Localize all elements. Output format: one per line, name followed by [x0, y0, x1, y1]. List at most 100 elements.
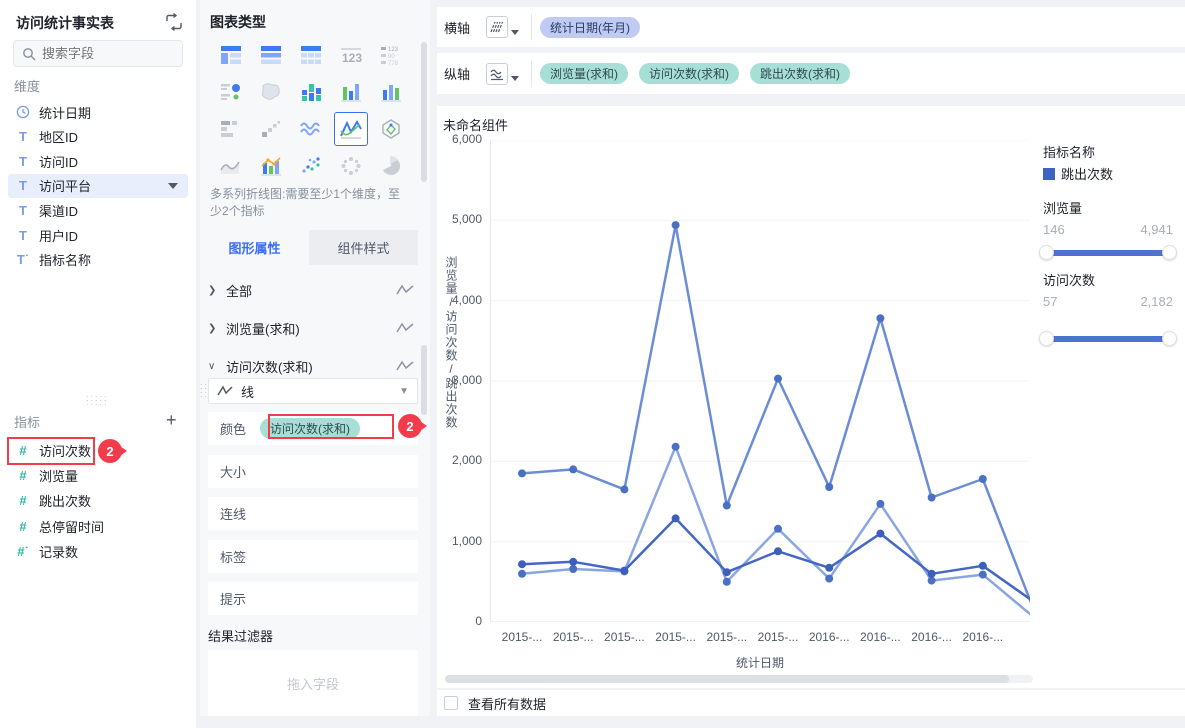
dimension-item-渠道ID[interactable]: T 渠道ID	[8, 198, 188, 222]
chart-type-line-icon[interactable]	[334, 112, 368, 146]
x-axis-shelf-label: 横轴	[444, 20, 471, 36]
color-field-pill[interactable]: 访问次数(求和)	[260, 418, 361, 439]
chart-component[interactable]: 未命名组件 0 1,000 2,000 3,000 4,000 5,000 6,000 浏览…	[437, 106, 1185, 688]
section-浏览量(求和)[interactable]: ❯ 浏览量(求和)	[208, 316, 418, 340]
section-访问次数(求和)[interactable]: ∨ 访问次数(求和)	[208, 354, 418, 378]
chart-horizontal-scrollbar[interactable]	[445, 675, 1033, 683]
slider-max: 4,941	[1140, 222, 1173, 237]
slider-min: 146	[1043, 222, 1065, 237]
field-search-box[interactable]	[13, 40, 183, 67]
chart-type-kpi-card-icon[interactable]: 123 90 778	[374, 38, 408, 72]
x-axis-field-pill[interactable]: 统计日期(年月)	[540, 16, 640, 38]
chevron-down-icon[interactable]	[511, 29, 519, 35]
chart-type-scatter-icon[interactable]	[294, 149, 328, 183]
property-row-提示[interactable]: 提示	[208, 582, 418, 615]
dimension-item-访问ID[interactable]: T 访问ID	[8, 149, 188, 173]
result-filter-label: 结果过滤器	[208, 629, 274, 644]
view-all-checkbox[interactable]	[444, 696, 458, 710]
field-label: 统计日期	[39, 105, 92, 121]
dimension-item-访问平台[interactable]: T 访问平台	[8, 173, 188, 198]
chart-type-progress-card-icon[interactable]	[214, 75, 248, 109]
annotation-step-badge: 2	[398, 414, 427, 438]
radar-icon	[382, 119, 400, 139]
scrollbar-thumb[interactable]	[445, 675, 1010, 683]
line-glyph-icon	[396, 322, 414, 333]
chart-type-radar-icon[interactable]	[374, 112, 408, 146]
y-tick-label: 6,000	[451, 132, 482, 146]
chart-type-horizontal-bar-icon[interactable]	[214, 112, 248, 146]
stacked-bar-icon	[302, 84, 321, 101]
chart-type-crosstab-icon[interactable]	[214, 38, 248, 72]
dimension-item-统计日期[interactable]: 统计日期	[8, 100, 188, 124]
chart-type-kpi-number-icon[interactable]: 123	[334, 38, 368, 72]
slider-handle-min[interactable]	[1039, 245, 1054, 260]
measure-item-跳出次数[interactable]: # 跳出次数	[8, 489, 188, 513]
line-style-select[interactable]: 线 ▼	[208, 378, 418, 404]
chart-type-treemap-icon[interactable]	[254, 112, 288, 146]
chevron-down-icon[interactable]	[168, 182, 178, 189]
field-label: 记录数	[39, 545, 79, 561]
property-row-连线[interactable]: 连线	[208, 497, 418, 530]
dimension-item-指标名称[interactable]: T˙ 指标名称	[8, 248, 188, 272]
measure-item-记录数[interactable]: #˙ 记录数	[8, 540, 188, 564]
legend-item-label: 跳出次数	[1061, 167, 1114, 182]
chart-type-pie-icon[interactable]	[374, 149, 408, 183]
section-label: 浏览量(求和)	[226, 321, 300, 337]
x-tick-label: 2015-...	[501, 630, 543, 644]
property-row-大小[interactable]: 大小	[208, 454, 418, 488]
tab-graph-properties[interactable]: 图形属性	[200, 230, 309, 265]
treemap-icon	[262, 121, 280, 137]
slider-handle-min[interactable]	[1039, 331, 1054, 346]
chart-type-area-icon[interactable]	[294, 112, 328, 146]
bubble-ring-icon	[341, 157, 361, 175]
field-label: 跳出次数	[39, 494, 92, 510]
legend-item[interactable]: 跳出次数	[1043, 164, 1113, 183]
color-range-slider[interactable]	[1039, 245, 1177, 260]
chevron-down-icon[interactable]	[511, 76, 519, 81]
measure-item-浏览量[interactable]: # 浏览量	[8, 463, 188, 487]
chart-type-geo-map-icon[interactable]	[254, 75, 288, 109]
properties-scrollbar[interactable]	[421, 345, 427, 415]
chart-type-stacked-bar-icon[interactable]	[294, 75, 328, 109]
chart-type-description: 多系列折线图:需要至少1个维度，至少2个指标	[210, 187, 401, 218]
chart-type-bubble-ring-icon[interactable]	[334, 149, 368, 183]
field-label: 浏览量	[39, 468, 79, 484]
property-label: 颜色	[220, 422, 247, 437]
field-label: 访问次数	[39, 443, 92, 459]
chart-type-combo-icon[interactable]	[254, 149, 288, 183]
pie-icon	[383, 155, 401, 175]
tab-component-style[interactable]: 组件样式	[309, 230, 418, 265]
chart-type-table-column-icon[interactable]	[254, 38, 288, 72]
combo-icon	[261, 157, 281, 176]
chart-type-scrollbar[interactable]	[421, 42, 427, 182]
field-label: 地区ID	[39, 130, 79, 146]
color-range-slider[interactable]	[1039, 331, 1177, 346]
slider-handle-max[interactable]	[1162, 245, 1177, 260]
dimension-item-用户ID[interactable]: T 用户ID	[8, 223, 188, 247]
x-axis-style-icon[interactable]	[486, 16, 508, 38]
chart-type-grouped-bar-icon[interactable]	[334, 75, 368, 109]
y-axis-field-pill[interactable]: 访问次数(求和)	[639, 63, 739, 84]
property-row-颜色[interactable]: 颜色 访问次数(求和)	[208, 412, 418, 445]
line-chart-plot[interactable]	[490, 140, 1030, 622]
chart-type-bar-icon[interactable]	[374, 75, 408, 109]
dimension-item-地区ID[interactable]: T 地区ID	[8, 125, 188, 149]
panel-resize-handle[interactable]: ::::::::::	[86, 394, 109, 407]
kpi-card-icon: 12390778	[381, 47, 399, 67]
slider-handle-max[interactable]	[1162, 331, 1177, 346]
chart-type-area-gray-icon[interactable]	[214, 149, 248, 183]
y-axis-field-pill[interactable]: 跳出次数(求和)	[750, 63, 850, 84]
y-axis-style-icon[interactable]	[486, 62, 508, 85]
chart-type-table-icon[interactable]	[294, 38, 328, 72]
measure-item-访问次数[interactable]: # 访问次数	[8, 438, 188, 462]
measure-item-总停留时间[interactable]: # 总停留时间	[8, 514, 188, 538]
property-row-标签[interactable]: 标签	[208, 539, 418, 573]
legend-title: 指标名称	[1043, 145, 1096, 160]
switch-dataset-icon[interactable]	[164, 12, 184, 32]
filter-drop-zone[interactable]: 拖入字段	[208, 650, 418, 716]
search-input[interactable]	[42, 46, 162, 61]
add-measure-button[interactable]: +	[166, 410, 177, 431]
view-all-data-row: 查看所有数据	[437, 690, 1185, 716]
y-axis-field-pill[interactable]: 浏览量(求和)	[540, 63, 628, 84]
section-全部[interactable]: ❯ 全部	[208, 278, 418, 302]
